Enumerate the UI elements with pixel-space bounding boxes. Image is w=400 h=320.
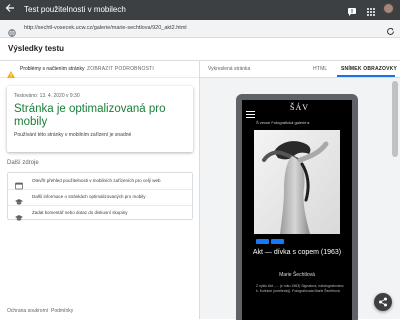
photo-title: Akt — dívka s copem (1963) — [252, 249, 342, 256]
rendered-page-label: Vykreslená stránka — [208, 66, 251, 72]
share-icon — [379, 297, 387, 307]
preview-tabs: Vykreslená stránka HTML SNÍMEK OBRAZOVKY — [200, 61, 400, 78]
result-headline: Stránka je optimalizovaná pro mobily — [14, 103, 166, 128]
resource-text: Další informace o stránkách optimalizova… — [32, 194, 146, 199]
browser-icon — [15, 177, 23, 190]
feedback-icon[interactable] — [347, 4, 357, 16]
resource-item[interactable]: Další informace o stránkách optimalizova… — [8, 189, 192, 206]
show-details-link[interactable]: ZOBRAZIT PODROBNOSTI — [87, 66, 154, 73]
url-bar: http://sechtl-vosecek.ucw.cz/galerie/mar… — [0, 20, 400, 38]
scrollbar-thumb[interactable] — [392, 81, 398, 157]
resource-item[interactable]: Zadat komentář nebo dotaz do diskusní sk… — [8, 205, 192, 221]
app-toolbar: Test použitelnosti v mobilech — [0, 0, 400, 20]
hamburger-menu-icon — [246, 105, 255, 118]
results-panel: Problémy s načtením stránky ZOBRAZIT POD… — [0, 61, 200, 319]
social-buttons — [256, 239, 296, 244]
share-button[interactable] — [374, 293, 392, 311]
photo-author: Marie Šechtlová — [279, 272, 315, 278]
resources-title: Další zdroje — [7, 160, 39, 166]
apps-grid-icon[interactable] — [366, 4, 376, 16]
gallery-photo — [254, 130, 340, 234]
globe-icon — [8, 24, 16, 37]
refresh-icon[interactable] — [386, 23, 395, 35]
tested-url[interactable]: http://sechtl-vosecek.ucw.cz/galerie/mar… — [24, 24, 187, 32]
active-tab-indicator — [337, 75, 395, 77]
tab-screenshot[interactable]: SNÍMEK OBRAZOVKY — [341, 66, 397, 73]
resources-list: Otevřít přehled použitelnosti v mobilníc… — [7, 172, 193, 221]
page-title: Test použitelnosti v mobilech — [24, 5, 126, 14]
resource-text: Zadat komentář nebo dotaz do diskusní sk… — [32, 210, 128, 215]
results-title: Výsledky testu — [8, 44, 65, 53]
facebook-like-button — [256, 239, 269, 244]
test-date: Testováno: 13. 4. 2020 v 9:30 — [14, 93, 80, 99]
result-card: Testováno: 13. 4. 2020 v 9:30 Stránka je… — [7, 86, 193, 152]
issues-label: Problémy s načtením stránky — [20, 66, 85, 72]
preview-scrollbar[interactable] — [391, 78, 399, 319]
preview-panel: Vykreslená stránka HTML SNÍMEK OBRAZOVKY… — [200, 61, 400, 320]
terms-link[interactable]: Podmínky — [51, 308, 73, 315]
warning-icon — [7, 65, 15, 78]
results-header: Výsledky testu — [0, 37, 400, 61]
resource-text: Otevřít přehled použitelnosti v mobilníc… — [32, 178, 161, 183]
school-icon — [15, 193, 23, 205]
privacy-link[interactable]: Ochrana soukromí — [7, 308, 48, 315]
site-logo: ŠÁV — [290, 103, 310, 112]
phone-screenshot: ŠÁV Š vecse Fotografická galerie ▸ Akt —… — [242, 100, 352, 320]
page-loading-issues[interactable]: Problémy s načtením stránky ZOBRAZIT POD… — [0, 61, 199, 78]
account-avatar[interactable] — [383, 3, 394, 14]
site-breadcrumb: Š vecse Fotografická galerie ▸ — [256, 120, 310, 125]
resource-item[interactable]: Otevřít přehled použitelnosti v mobilníc… — [8, 173, 192, 190]
facebook-share-button — [271, 239, 284, 244]
arrow-back-icon[interactable] — [5, 3, 17, 17]
photo-description: Z cyklu Akt ..... (z roku 1963) Signatur… — [256, 284, 344, 293]
tab-html[interactable]: HTML — [313, 66, 327, 73]
result-description: Používání této stránky v mobilním zaříze… — [14, 132, 132, 138]
phone-frame: ŠÁV Š vecse Fotografická galerie ▸ Akt —… — [236, 94, 358, 320]
school-icon — [15, 209, 23, 221]
footer: Ochrana soukromí Podmínky — [0, 306, 199, 318]
